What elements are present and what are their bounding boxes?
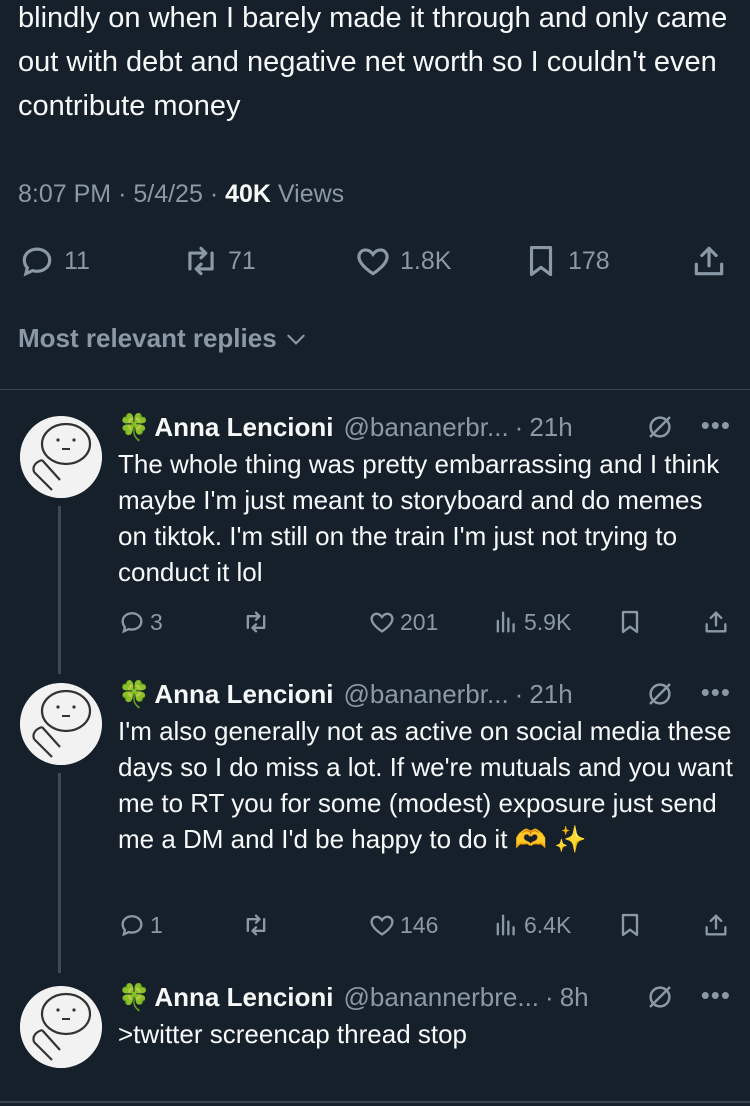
tweet-meta: 8:07 PM · 5/4/25 · 40K Views (18, 180, 345, 208)
bookmark-icon (621, 913, 639, 937)
like-count: 201 (400, 608, 439, 635)
reply-text: The whole thing was pretty embarrassing … (118, 449, 720, 587)
bookmark-button[interactable] (616, 911, 644, 939)
display-name[interactable]: Anna Lencioni (154, 982, 333, 1013)
repost-button[interactable] (242, 911, 270, 939)
reply-time[interactable]: 21h (529, 679, 572, 710)
tweet-time[interactable]: 8:07 PM (18, 180, 111, 208)
tweet-date[interactable]: 5/4/25 (133, 180, 203, 208)
speech-bubble-icon (121, 915, 143, 937)
speech-bubble-icon (121, 612, 143, 634)
main-tweet: blindly on when I barely made it through… (18, 0, 738, 128)
share-button[interactable] (702, 911, 730, 939)
like-count: 146 (400, 911, 439, 938)
grok-slash-icon[interactable] (645, 412, 675, 442)
cartoon-face-icon (20, 683, 102, 765)
repost-button[interactable] (242, 608, 270, 636)
repost-count: 71 (228, 246, 256, 275)
reply-time[interactable]: 21h (529, 412, 572, 443)
share-upload-icon (705, 611, 727, 633)
reply-header: 🍀 Anna Lencioni @bananerbr... · 21h ••• (118, 410, 731, 443)
more-dots-icon[interactable]: ••• (701, 677, 731, 708)
cartoon-face-icon (20, 416, 102, 498)
views-button[interactable]: 6.4K (492, 911, 571, 939)
reply-count: 3 (150, 608, 163, 635)
bookmark-count: 178 (568, 246, 610, 275)
views-label: Views (277, 180, 345, 208)
reply-button[interactable]: 1 (118, 911, 163, 939)
reply-time[interactable]: 8h (560, 982, 589, 1013)
tweet-action-bar: 11 71 1.8K 178 (18, 242, 730, 286)
bar-chart-icon (496, 914, 515, 936)
avatar[interactable] (20, 416, 102, 498)
handle[interactable]: @bananerbr... (344, 679, 509, 710)
views-button[interactable]: 5.9K (492, 608, 571, 636)
divider (0, 389, 750, 390)
avatar[interactable] (20, 683, 102, 765)
reply-button[interactable]: 3 (118, 608, 163, 636)
reply-header: 🍀 Anna Lencioni @banannerbre... · 8h ••• (118, 980, 731, 1013)
cartoon-face-icon (20, 986, 102, 1068)
reply-button[interactable]: 11 (18, 242, 90, 280)
heart-icon (357, 248, 389, 276)
four-leaf-clover-icon: 🍀 (118, 411, 151, 442)
repost-arrows-icon (246, 611, 266, 633)
repost-button[interactable]: 71 (182, 242, 256, 280)
chevron-down-icon (286, 334, 305, 345)
view-count: 6.4K (524, 911, 572, 938)
speech-bubble-icon (22, 247, 52, 277)
share-upload-icon (705, 914, 727, 936)
thread-line (58, 506, 61, 674)
handle[interactable]: @bananerbr... (344, 412, 509, 443)
sort-label: Most relevant replies (18, 323, 277, 353)
reply-count: 11 (64, 246, 90, 275)
views-count: 40K (225, 180, 271, 208)
repost-arrows-icon (246, 914, 266, 936)
like-button[interactable]: 146 (368, 911, 438, 939)
avatar[interactable] (20, 986, 102, 1068)
heart-icon (370, 612, 394, 633)
four-leaf-clover-icon: 🍀 (118, 981, 151, 1012)
display-name[interactable]: Anna Lencioni (154, 412, 333, 443)
heart-icon (370, 915, 394, 936)
handle[interactable]: @banannerbre... (344, 982, 540, 1013)
like-count: 1.8K (400, 246, 452, 275)
reply-action-bar: 1 146 6.4K (118, 911, 730, 941)
divider (0, 1101, 750, 1103)
more-dots-icon[interactable]: ••• (701, 980, 731, 1011)
display-name[interactable]: Anna Lencioni (154, 679, 333, 710)
grok-slash-icon[interactable] (645, 679, 675, 709)
thread-line (58, 773, 61, 973)
four-leaf-clover-icon: 🍀 (118, 678, 151, 709)
more-dots-icon[interactable]: ••• (701, 410, 731, 441)
reply-action-bar: 3 201 5.9K (118, 608, 730, 638)
sort-replies-dropdown[interactable]: Most relevant replies (18, 323, 309, 354)
tweet-text: blindly on when I barely made it through… (18, 2, 728, 122)
view-count: 5.9K (524, 608, 572, 635)
bookmark-button[interactable]: 178 (522, 242, 610, 280)
share-upload-icon (694, 246, 724, 276)
reply-header: 🍀 Anna Lencioni @bananerbr... · 21h ••• (118, 677, 731, 710)
share-button[interactable] (690, 242, 728, 280)
reply-text: I'm also generally not as active on soci… (118, 716, 733, 854)
bookmark-icon (529, 245, 553, 277)
bookmark-button[interactable] (616, 608, 644, 636)
like-button[interactable]: 1.8K (354, 242, 451, 280)
repost-arrows-icon (188, 246, 214, 276)
bookmark-icon (621, 610, 639, 634)
share-button[interactable] (702, 608, 730, 636)
grok-slash-icon[interactable] (645, 982, 675, 1012)
reply-count: 1 (150, 911, 163, 938)
reply-text: >twitter screencap thread stop (118, 1019, 468, 1049)
bar-chart-icon (496, 611, 515, 633)
like-button[interactable]: 201 (368, 608, 438, 636)
